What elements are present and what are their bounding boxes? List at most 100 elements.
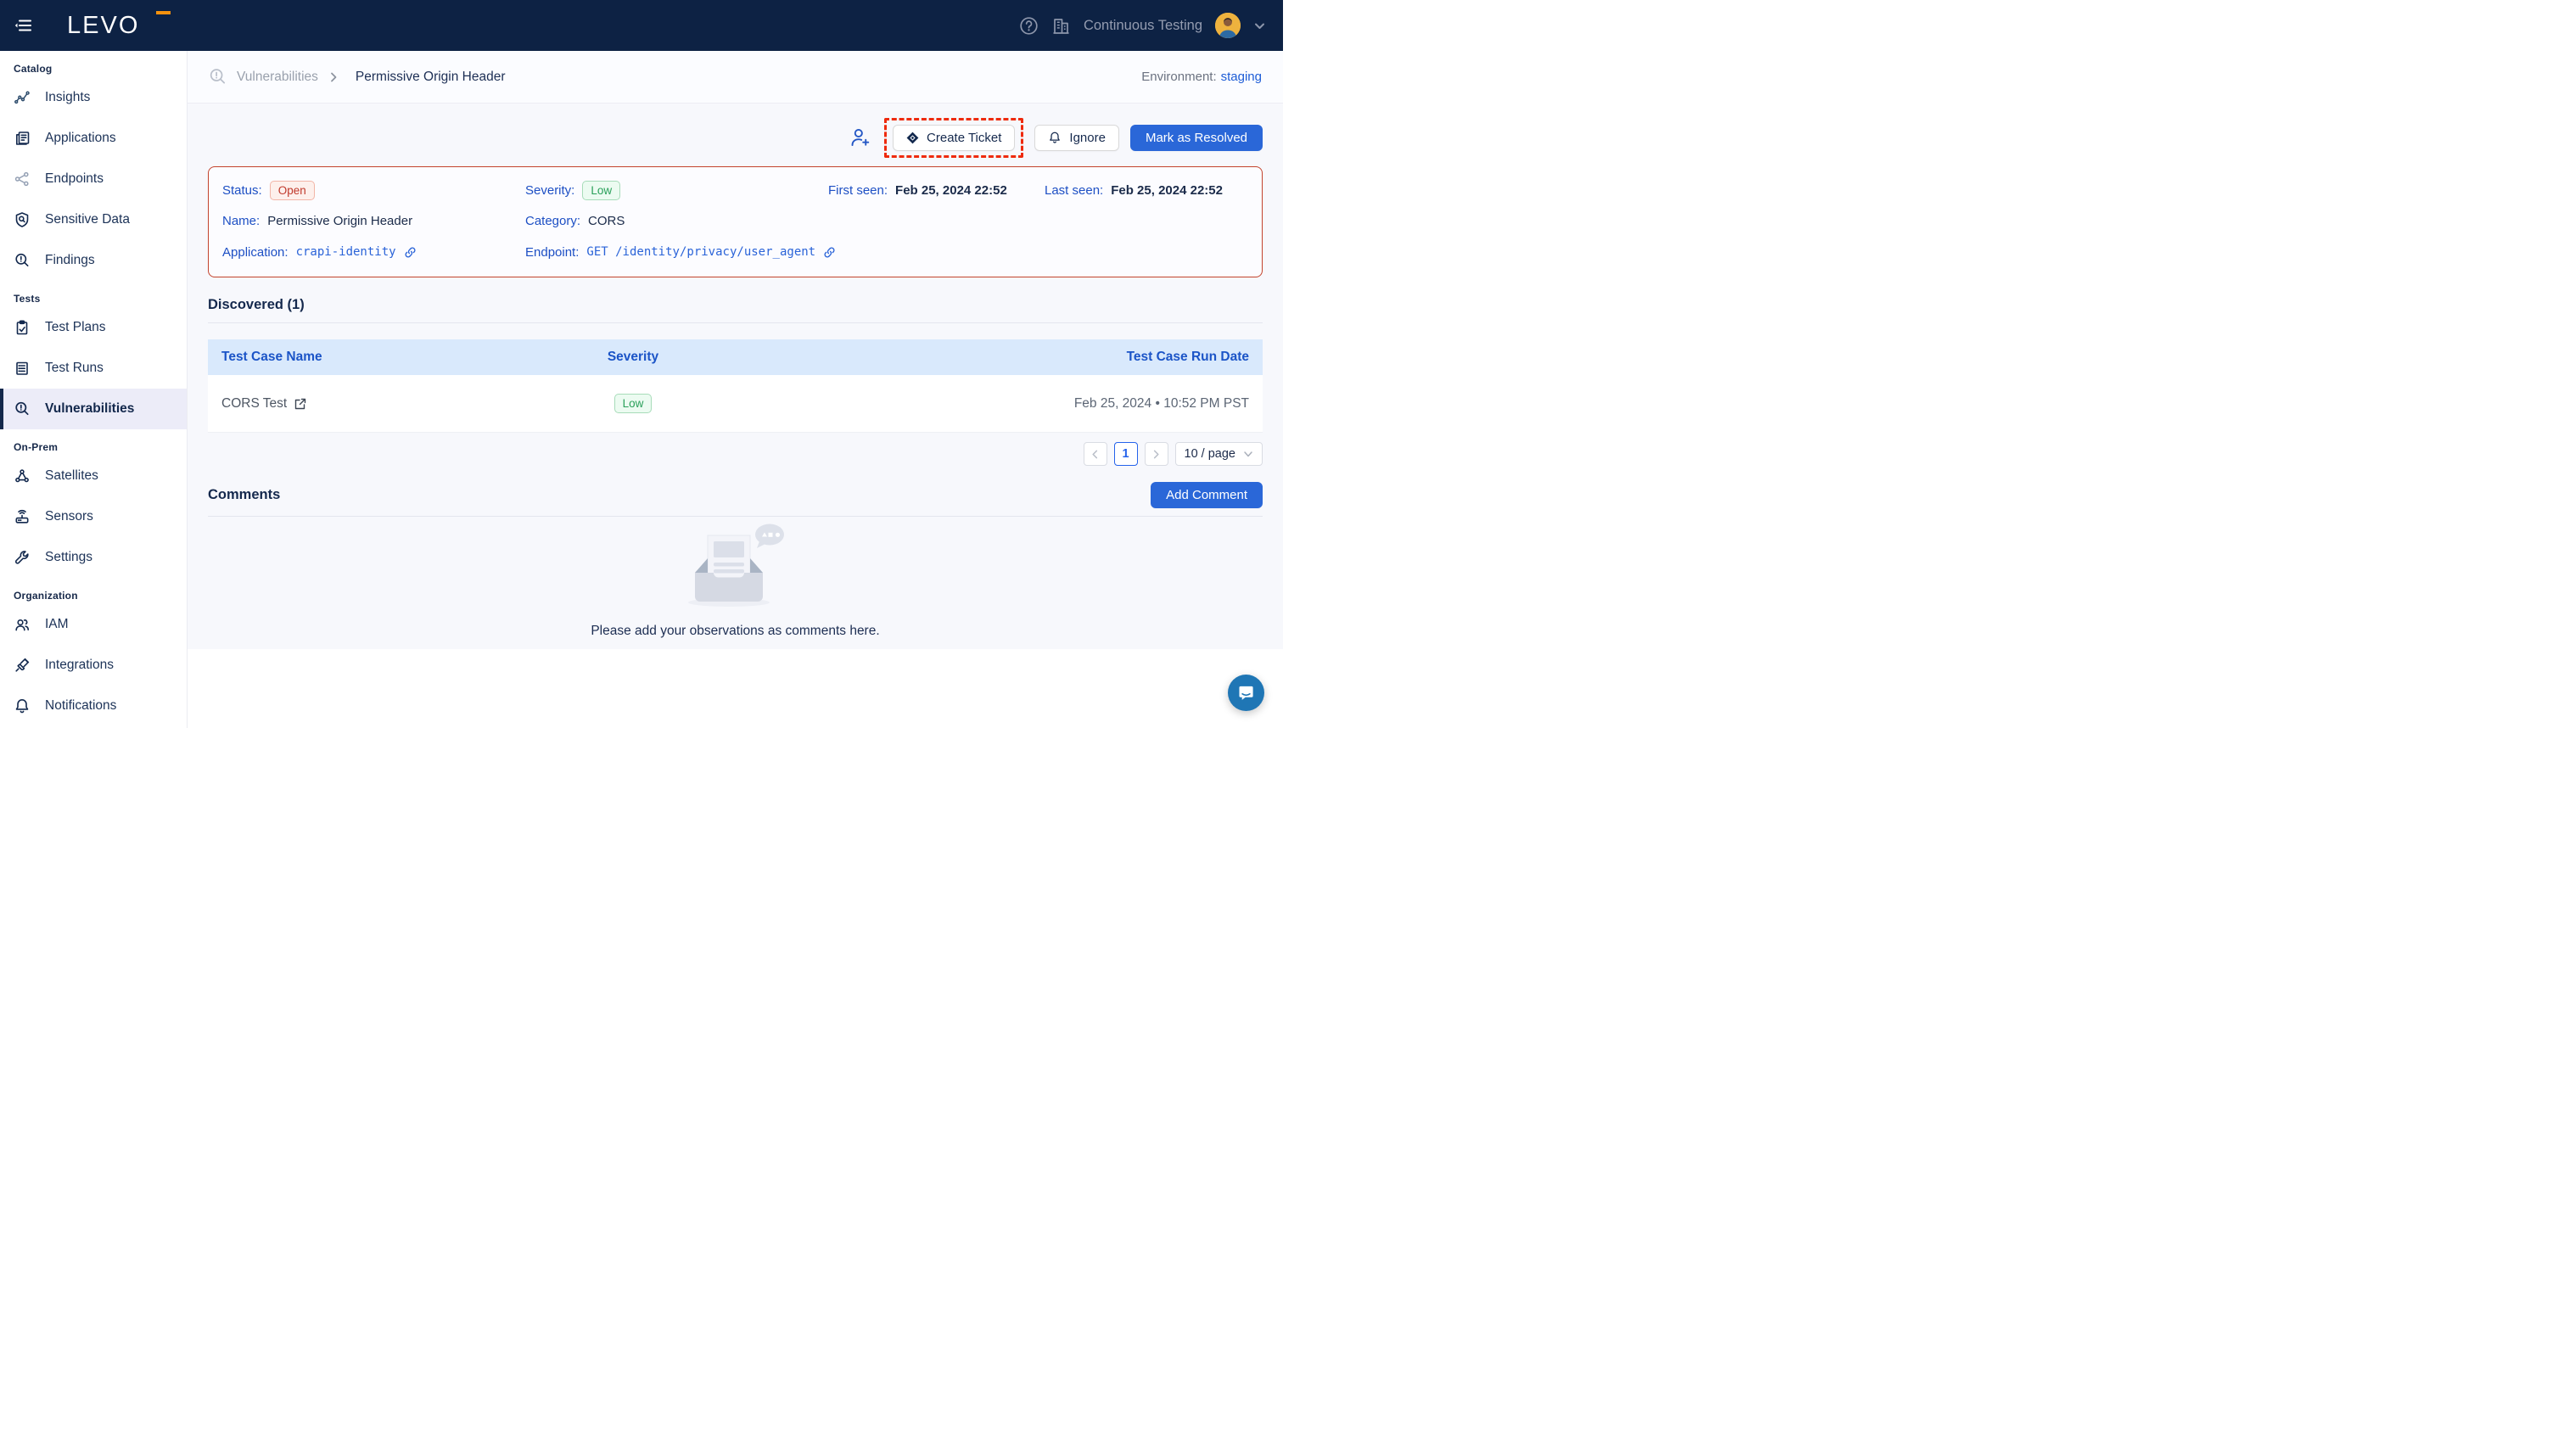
page-size-value: 10 / page	[1185, 447, 1235, 461]
endpoints-icon	[14, 171, 31, 188]
sidebar-item-label: Sensors	[45, 509, 93, 524]
environment-label: Environment:	[1141, 70, 1216, 84]
chat-bubble-icon	[1237, 684, 1255, 702]
ticket-diamond-icon	[906, 132, 919, 144]
discovered-divider	[208, 322, 1263, 323]
mark-resolved-button[interactable]: Mark as Resolved	[1130, 125, 1263, 151]
test-case-name-link[interactable]: CORS Test	[221, 396, 287, 412]
insights-icon	[14, 89, 31, 106]
application-link-icon[interactable]	[404, 246, 417, 259]
row-severity-badge: Low	[614, 394, 653, 413]
environment-value: staging	[1221, 70, 1262, 84]
sidebar-item-label: IAM	[45, 617, 69, 632]
add-comment-label: Add Comment	[1166, 488, 1247, 502]
select-chevron-down-icon	[1243, 449, 1253, 459]
help-icon[interactable]	[1019, 16, 1039, 36]
sidebar-item-label: Integrations	[45, 658, 114, 673]
test-runs-icon	[14, 360, 31, 377]
sensitive-data-icon	[14, 211, 31, 228]
sensors-icon	[14, 508, 31, 525]
category-field: Category: CORS	[525, 214, 828, 228]
external-link-icon[interactable]	[294, 398, 306, 410]
iam-icon	[14, 616, 31, 633]
page-size-select[interactable]: 10 / page	[1175, 442, 1263, 466]
breadcrumb-row: Vulnerabilities Permissive Origin Header…	[188, 51, 1283, 104]
comments-header-row: Comments Add Comment	[208, 482, 1263, 508]
add-comment-button[interactable]: Add Comment	[1151, 482, 1263, 508]
levo-logo[interactable]: LEVO	[67, 0, 139, 51]
create-ticket-button[interactable]: Create Ticket	[893, 125, 1015, 151]
sidebar-item-notifications[interactable]: Notifications	[0, 686, 187, 726]
breadcrumb: Vulnerabilities Permissive Origin Header	[208, 67, 506, 87]
status-badge: Open	[270, 181, 315, 200]
integrations-icon	[14, 657, 31, 674]
sidebar-item-test-plans[interactable]: Test Plans	[0, 307, 187, 348]
avatar[interactable]	[1215, 13, 1241, 38]
column-header-severity[interactable]: Severity	[533, 350, 733, 365]
column-header-run-date[interactable]: Test Case Run Date	[733, 350, 1263, 365]
application-link[interactable]: crapi-identity	[296, 245, 396, 259]
comments-empty-text: Please add your observations as comments…	[591, 624, 879, 639]
table-header-row: Test Case Name Severity Test Case Run Da…	[208, 339, 1263, 375]
satellites-icon	[14, 468, 31, 484]
sidebar-section-tests: Tests	[0, 281, 187, 307]
sidebar-item-label: Notifications	[45, 698, 116, 714]
detail-row-2: Name: Permissive Origin Header Category:…	[222, 208, 1248, 235]
chevron-right-icon	[1151, 450, 1161, 459]
sidebar-item-test-runs[interactable]: Test Runs	[0, 348, 187, 389]
notifications-icon	[14, 697, 31, 714]
sidebar-item-label: Insights	[45, 90, 90, 105]
sidebar-item-settings[interactable]: Settings	[0, 537, 187, 578]
pagination-prev-button[interactable]	[1084, 442, 1107, 466]
sidebar-item-iam[interactable]: IAM	[0, 604, 187, 645]
applications-icon	[14, 130, 31, 147]
severity-cell: Low	[533, 394, 733, 413]
sidebar-section-catalog: Catalog	[0, 51, 187, 77]
last-seen-value: Feb 25, 2024 22:52	[1111, 183, 1223, 198]
pagination-next-button[interactable]	[1145, 442, 1168, 466]
vulnerabilities-icon	[14, 400, 31, 417]
sidebar-item-integrations[interactable]: Integrations	[0, 645, 187, 686]
test-plans-icon	[14, 319, 31, 336]
workspace-label[interactable]: Continuous Testing	[1084, 18, 1202, 34]
table-row[interactable]: CORS Test Low Feb 25, 2024 • 10:52 PM PS…	[208, 375, 1263, 433]
ignore-label: Ignore	[1069, 131, 1106, 145]
column-header-test-case-name[interactable]: Test Case Name	[208, 350, 533, 365]
endpoint-label: Endpoint:	[525, 245, 579, 260]
sidebar-item-label: Applications	[45, 131, 116, 146]
detail-row-1: Status: Open Severity: Low First seen: F…	[222, 176, 1248, 204]
pagination-page-1[interactable]: 1	[1114, 442, 1138, 466]
content-area: Create Ticket Ignore Mark as Resolved	[188, 104, 1283, 649]
levo-logo-accent	[156, 11, 171, 14]
last-seen-field: Last seen: Feb 25, 2024 22:52	[1045, 183, 1248, 198]
endpoint-link[interactable]: GET /identity/privacy/user_agent	[586, 245, 815, 259]
sidebar-item-sensitive-data[interactable]: Sensitive Data	[0, 199, 187, 240]
sidebar-item-partial[interactable]	[0, 726, 187, 728]
sidebar-item-label: Sensitive Data	[45, 212, 130, 227]
account-chevron-down-icon[interactable]	[1253, 20, 1266, 32]
sidebar-item-insights[interactable]: Insights	[0, 77, 187, 118]
comments-empty-state: Please add your observations as comments…	[208, 524, 1263, 639]
sidebar-item-applications[interactable]: Applications	[0, 118, 187, 159]
top-navbar: LEVO Continuous Testing	[0, 0, 1283, 51]
first-seen-value: Feb 25, 2024 22:52	[895, 183, 1007, 198]
create-ticket-label: Create Ticket	[927, 131, 1001, 145]
breadcrumb-parent-link[interactable]: Vulnerabilities	[237, 70, 318, 85]
sidebar-item-sensors[interactable]: Sensors	[0, 496, 187, 537]
discovered-title: Discovered (1)	[208, 297, 1263, 313]
sidebar-item-vulnerabilities[interactable]: Vulnerabilities	[0, 389, 187, 429]
main-area: Vulnerabilities Permissive Origin Header…	[188, 51, 1283, 728]
environment-selector[interactable]: Environment: staging	[1141, 70, 1262, 84]
endpoint-link-icon[interactable]	[823, 246, 836, 259]
collapse-sidebar-button[interactable]	[14, 15, 34, 36]
organization-icon[interactable]	[1051, 16, 1071, 36]
status-label: Status:	[222, 183, 262, 198]
navbar-right: Continuous Testing	[1019, 0, 1266, 51]
assign-user-button[interactable]	[848, 126, 871, 149]
sidebar-item-findings[interactable]: Findings	[0, 240, 187, 281]
chat-launcher-button[interactable]	[1228, 675, 1264, 711]
discovered-table: Test Case Name Severity Test Case Run Da…	[208, 339, 1263, 433]
sidebar-item-satellites[interactable]: Satellites	[0, 456, 187, 496]
sidebar-item-endpoints[interactable]: Endpoints	[0, 159, 187, 199]
ignore-button[interactable]: Ignore	[1034, 125, 1119, 151]
